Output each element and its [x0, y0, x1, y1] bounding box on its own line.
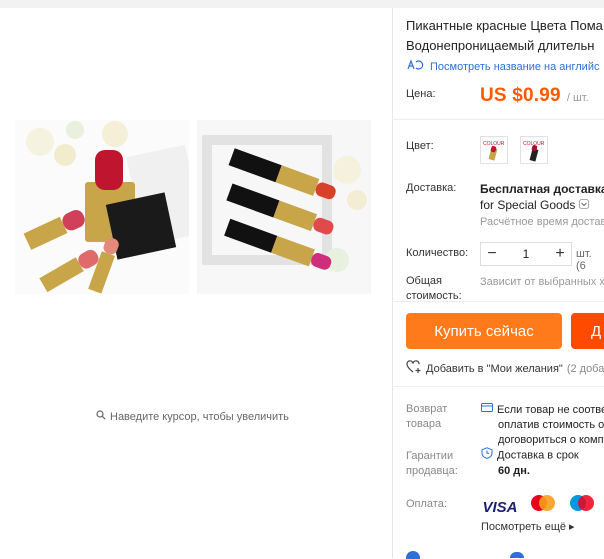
- color-label: Цвет:: [406, 140, 434, 152]
- returns-label-line-2: товара: [406, 418, 442, 430]
- price-separator: [392, 119, 604, 120]
- guarantee-info: Доставка в срок 60 дн.: [481, 447, 579, 479]
- payment-more-link[interactable]: Посмотреть ещё ▸: [481, 520, 575, 533]
- product-title: Пикантные красные Цвета Пома Водонепрони…: [406, 16, 604, 56]
- translate-link[interactable]: Посмотреть название на английс: [406, 59, 604, 74]
- returns-label: Возврат товара: [406, 402, 447, 432]
- swatch-1-text: COLOUR: [483, 141, 505, 147]
- buy-now-button[interactable]: Купить сейчас: [406, 313, 562, 349]
- lipstick-photo-2: [197, 120, 371, 294]
- total-label-line-1: Общая: [406, 275, 442, 287]
- zoom-hint: Наведите курсор, чтобы увеличить: [96, 410, 289, 423]
- mastercard-logo: [529, 493, 557, 513]
- guarantee-label-line-2: продавца:: [406, 465, 458, 477]
- lipstick-photo-1: [15, 120, 189, 294]
- guarantee-line-2: 60 дн.: [498, 465, 530, 477]
- returns-line-3: договориться о комп: [498, 434, 604, 446]
- visa-logo-text: VISA: [482, 499, 518, 516]
- pane-divider: [392, 8, 393, 558]
- delivery-method-text: for Special Goods: [480, 198, 576, 212]
- quantity-stepper[interactable]: − 1 +: [480, 242, 572, 266]
- guarantee-line-1: Доставка в срок: [497, 449, 579, 462]
- product-title-line-1: Пикантные красные Цвета Пома: [406, 18, 603, 33]
- zoom-hint-text: Наведите курсор, чтобы увеличить: [110, 410, 289, 423]
- delivery-label: Доставка:: [406, 182, 457, 194]
- maestro-logo: [568, 493, 596, 513]
- returns-line-2: оплатив стоимость о: [498, 419, 604, 431]
- total-value: Зависит от выбранных х: [480, 276, 604, 288]
- magnifier-icon: [96, 410, 106, 423]
- quantity-unit: шт. (6: [576, 248, 592, 272]
- price-unit: / шт.: [566, 92, 589, 104]
- quantity-plus-button[interactable]: +: [549, 243, 571, 265]
- price-value: US $0.99 / шт.: [480, 85, 589, 107]
- bottom-badge-icon-2: [510, 552, 524, 558]
- chevron-down-icon: [579, 198, 590, 212]
- services-separator: [392, 386, 604, 387]
- color-swatch-2[interactable]: COLOUR: [520, 136, 548, 164]
- wishlist-link[interactable]: Добавить в "Мои желания" (2 доба: [406, 360, 604, 377]
- add-to-cart-button[interactable]: Д: [571, 313, 604, 349]
- delivery-free: Бесплатная доставка в: [480, 182, 604, 196]
- heart-plus-icon: [406, 360, 422, 377]
- visa-logo: VISA: [481, 498, 519, 518]
- price-amount: US $0.99: [480, 85, 561, 106]
- delivery-estimate: Расчётное время достав: [480, 216, 604, 228]
- color-swatch-1[interactable]: COLOUR: [480, 136, 508, 164]
- shield-clock-icon: [481, 447, 493, 464]
- quantity-label: Количество:: [406, 247, 469, 259]
- product-title-line-2: Водонепроницаемый длительн: [406, 38, 595, 53]
- product-image-1[interactable]: [15, 120, 189, 294]
- wishlist-count: (2 доба: [566, 362, 604, 375]
- top-strip: [0, 0, 604, 8]
- total-label: Общая стоимость:: [406, 274, 462, 304]
- returns-info: Если товар не соотве оплатив стоимость о…: [481, 402, 604, 448]
- returns-icon: [481, 402, 493, 418]
- actions-separator: [392, 301, 604, 302]
- translate-link-text: Посмотреть название на английс: [430, 60, 600, 73]
- translate-icon: [406, 59, 424, 74]
- price-label: Цена:: [406, 88, 436, 100]
- quantity-value[interactable]: 1: [503, 247, 549, 261]
- quantity-minus-button[interactable]: −: [481, 243, 503, 265]
- product-image-2[interactable]: [197, 120, 371, 294]
- wishlist-text: Добавить в "Мои желания": [426, 362, 563, 375]
- guarantee-label-line-1: Гарантии: [406, 450, 454, 462]
- guarantee-label: Гарантии продавца:: [406, 449, 458, 479]
- returns-line-1: Если товар не соотве: [497, 403, 604, 416]
- delivery-method[interactable]: for Special Goods: [480, 198, 590, 212]
- returns-label-line-1: Возврат: [406, 403, 448, 415]
- payment-methods: VISA: [481, 493, 604, 518]
- payment-label: Оплата:: [406, 498, 447, 510]
